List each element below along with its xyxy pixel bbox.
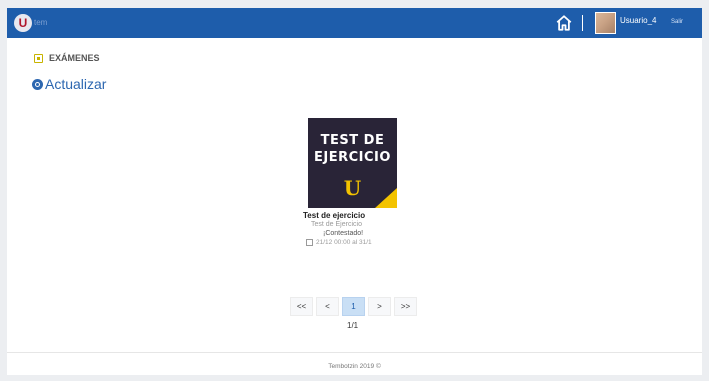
page-last-button[interactable]: >> bbox=[394, 297, 417, 316]
app-window: U tem Usuario_4 Salir EXÁMENES Actualiza… bbox=[7, 8, 702, 375]
home-icon[interactable] bbox=[555, 14, 573, 32]
top-navbar: U tem Usuario_4 Salir bbox=[7, 8, 702, 38]
exam-date-range: 21/12 00:00 al 31/1 bbox=[306, 239, 372, 246]
thumbnail-title-line1: TEST DE bbox=[320, 133, 385, 148]
exam-title[interactable]: Test de ejercicio bbox=[303, 211, 365, 220]
page-first-button[interactable]: << bbox=[290, 297, 313, 316]
app-logo-text: tem bbox=[34, 18, 48, 27]
page-info: 1/1 bbox=[347, 321, 359, 330]
logout-link[interactable]: Salir bbox=[671, 19, 683, 25]
page-current-button[interactable]: 1 bbox=[342, 297, 365, 316]
footer-text: Tembotzin 2019 © bbox=[328, 363, 381, 370]
refresh-button[interactable]: Actualizar bbox=[32, 76, 106, 92]
refresh-label: Actualizar bbox=[45, 76, 107, 92]
refresh-icon bbox=[32, 78, 43, 90]
section-title: EXÁMENES bbox=[49, 53, 100, 63]
pagination: << < 1 > >> bbox=[290, 297, 420, 316]
thumbnail-title-line2: EJERCICIO bbox=[314, 150, 391, 165]
page-next-button[interactable]: > bbox=[368, 297, 391, 316]
section-header: EXÁMENES bbox=[34, 53, 100, 63]
calendar-icon bbox=[306, 239, 313, 246]
app-logo[interactable]: U bbox=[14, 14, 32, 32]
thumbnail-corner-accent bbox=[375, 188, 397, 208]
user-avatar[interactable] bbox=[595, 12, 616, 34]
footer-divider bbox=[7, 352, 702, 353]
exam-date-text: 21/12 00:00 al 31/1 bbox=[316, 239, 372, 246]
exam-status: ¡Contestado! bbox=[323, 230, 364, 237]
exams-icon bbox=[34, 53, 43, 63]
navbar-separator bbox=[582, 15, 583, 31]
page-prev-button[interactable]: < bbox=[316, 297, 339, 316]
username-label[interactable]: Usuario_4 bbox=[620, 16, 656, 25]
exam-subtitle: Test de Ejercicio bbox=[311, 221, 362, 228]
thumbnail-title: TEST DE EJERCICIO bbox=[308, 132, 397, 166]
exam-thumbnail[interactable]: TEST DE EJERCICIO U bbox=[308, 118, 397, 208]
